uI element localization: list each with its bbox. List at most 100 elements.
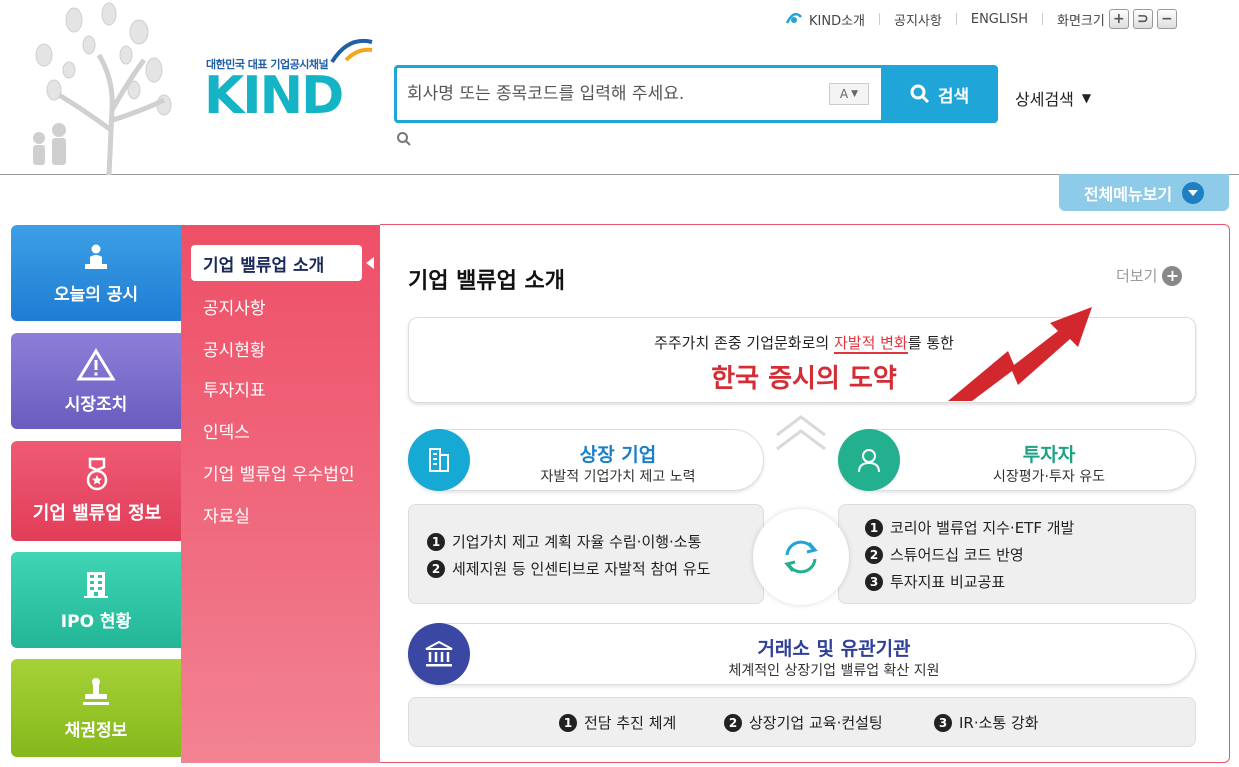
number-badge: 1 <box>427 532 445 551</box>
util-divider <box>955 13 957 25</box>
category-label: IPO 현황 <box>60 611 132 632</box>
list-item-text: 투자지표 비교공표 <box>890 573 1006 591</box>
dropdown-arrow-icon: ▼ <box>851 89 859 99</box>
submenu-item-investment-indicators[interactable]: 투자지표 <box>203 376 266 401</box>
category-label: 기업 밸류업 정보 <box>32 503 162 524</box>
submenu-item-disclosure-status[interactable]: 공시현황 <box>203 336 266 361</box>
search-input[interactable] <box>397 68 877 120</box>
more-label: 더보기 <box>1116 267 1158 285</box>
warning-triangle-icon <box>76 347 116 380</box>
listed-company-card: 상장 기업 자발적 기업가치 제고 노력 <box>408 429 764 491</box>
investor-actions: 1 코리아 밸류업 지수·ETF 개발 2 스튜어드십 코드 반영 3 투자지표… <box>838 504 1196 604</box>
list-item: 2 스튜어드십 코드 반영 <box>865 544 1024 565</box>
category-label: 오늘의 공시 <box>53 284 139 305</box>
all-menu-button[interactable]: 전체메뉴보기 <box>1059 174 1229 211</box>
list-item: 2 상장기업 교육·컨설팅 <box>724 712 883 733</box>
listed-company-title: 상장 기업 <box>579 444 657 466</box>
submenu-item-index[interactable]: 인덱스 <box>203 418 250 443</box>
exchange-actions: 1 전담 추진 체계 2 상장기업 교육·컨설팅 3 IR·소통 강화 <box>408 697 1196 747</box>
search-button-label: 검색 <box>937 86 970 107</box>
medal-icon <box>86 457 108 491</box>
search-button[interactable]: 검색 <box>881 68 998 120</box>
cycle-arrows-icon <box>753 509 849 605</box>
exchange-title: 거래소 및 유관기관 <box>757 638 911 660</box>
list-item: 3 투자지표 비교공표 <box>865 571 1005 592</box>
caret-down-icon: ▼ <box>1081 91 1092 105</box>
list-item-text: 상장기업 교육·컨설팅 <box>749 714 883 732</box>
category-label: 채권정보 <box>64 720 128 741</box>
category-label: 시장조치 <box>64 394 128 415</box>
number-badge: 2 <box>724 713 742 732</box>
header: 대한민국 대표 기업공시채널 KIND KIND소개 공지사항 ENGLISH … <box>0 0 1239 175</box>
all-menu-label: 전체메뉴보기 <box>1083 184 1173 204</box>
category-ipo-status[interactable]: IPO 현황 <box>11 552 181 648</box>
list-item: 1 전담 추진 체계 <box>559 712 676 733</box>
investor-card: 투자자 시장평가·투자 유도 <box>838 429 1196 491</box>
list-item-text: 코리아 밸류업 지수·ETF 개발 <box>890 519 1075 537</box>
list-item: 1 기업가치 제고 계획 자율 수립·이행·소통 <box>427 531 701 552</box>
up-chevrons-icon <box>776 415 826 451</box>
category-today-disclosure[interactable]: 오늘의 공시 <box>11 225 181 321</box>
advanced-search-toggle[interactable]: 상세검색 ▼ <box>1015 86 1091 110</box>
list-item: 1 코리아 밸류업 지수·ETF 개발 <box>865 517 1074 538</box>
list-item: 3 IR·소통 강화 <box>934 712 1039 733</box>
number-badge: 3 <box>865 572 883 591</box>
kind-logo[interactable]: 대한민국 대표 기업공시채널 KIND <box>200 30 380 125</box>
submenu-item-archive[interactable]: 자료실 <box>203 502 250 527</box>
submenu-item-notice[interactable]: 공지사항 <box>203 294 266 319</box>
zoom-reset-button[interactable]: ⊃ <box>1132 9 1153 29</box>
list-item: 2 세제지원 등 인센티브로 자발적 참여 유도 <box>427 558 710 579</box>
institution-icon <box>408 623 470 685</box>
advanced-search-label: 상세검색 <box>1015 90 1074 109</box>
tree-illustration <box>33 2 172 175</box>
category-market-action[interactable]: 시장조치 <box>11 333 181 429</box>
number-badge: 2 <box>427 559 445 578</box>
font-toggle-select[interactable]: A ▼ <box>829 83 869 105</box>
search-icon <box>910 84 929 104</box>
util-about-label: KIND소개 <box>809 13 866 29</box>
listed-company-actions: 1 기업가치 제고 계획 자율 수립·이행·소통 2 세제지원 등 인센티브로 … <box>408 504 764 604</box>
logo-wordmark: KIND <box>204 66 344 126</box>
util-english-link[interactable]: ENGLISH <box>971 12 1028 27</box>
panel-title: 기업 밸류업 소개 <box>408 269 565 294</box>
active-pointer <box>366 257 374 269</box>
font-toggle-label: A <box>839 87 849 101</box>
category-valueup-info[interactable]: 기업 밸류업 정보 <box>11 441 183 541</box>
list-item-text: 스튜어드십 코드 반영 <box>890 546 1024 564</box>
valueup-submenu: 기업 밸류업 소개 공지사항 공시현황 투자지표 인덱스 기업 밸류업 우수법인… <box>181 225 380 763</box>
util-divider <box>879 13 881 25</box>
search-history-icon[interactable] <box>396 131 412 147</box>
banner-sub-prefix: 주주가치 존중 기업문화로의 <box>654 334 834 352</box>
list-item-text: 세제지원 등 인센티브로 자발적 참여 유도 <box>452 560 711 578</box>
number-badge: 1 <box>559 713 577 732</box>
logo-swoosh-icon <box>330 39 373 64</box>
util-about[interactable]: KIND소개 <box>785 10 865 29</box>
search-box: A ▼ 검색 <box>394 65 998 123</box>
person-podium-icon <box>85 244 107 269</box>
plus-circle-icon: + <box>1162 265 1183 286</box>
category-bond-info[interactable]: 채권정보 <box>11 659 181 757</box>
investor-subtitle: 시장평가·투자 유도 <box>993 469 1105 485</box>
zoom-in-button[interactable]: + <box>1108 9 1129 29</box>
banner-sub-highlight: 자발적 변화 <box>833 334 908 354</box>
investor-title: 투자자 <box>1022 444 1076 466</box>
number-badge: 3 <box>934 713 952 732</box>
utility-nav: KIND소개 공지사항 ENGLISH 화면크기 + ⊃ − <box>785 8 1177 30</box>
company-building-icon <box>408 429 470 491</box>
zoom-out-button[interactable]: − <box>1156 9 1177 29</box>
exchange-subtitle: 체계적인 상장기업 밸류업 확산 지원 <box>728 663 940 679</box>
list-item-text: 전담 추진 체계 <box>584 714 677 732</box>
submenu-item-excellent-companies[interactable]: 기업 밸류업 우수법인 <box>203 460 355 485</box>
submenu-item-valueup-intro[interactable]: 기업 밸류업 소개 <box>191 245 362 281</box>
util-divider <box>1041 13 1043 25</box>
rising-arrow-icon <box>948 307 1092 401</box>
util-screen-size-label: 화면크기 <box>1056 13 1105 29</box>
listed-company-subtitle: 자발적 기업가치 제고 노력 <box>540 469 696 485</box>
util-notice-link[interactable]: 공지사항 <box>894 10 942 29</box>
kind-about-icon <box>785 12 802 24</box>
more-link[interactable]: 더보기 + <box>1116 265 1183 286</box>
building-icon <box>84 571 108 598</box>
exchange-card: 거래소 및 유관기관 체계적인 상장기업 밸류업 확산 지원 <box>408 623 1196 685</box>
list-item-text: 기업가치 제고 계획 자율 수립·이행·소통 <box>452 533 702 551</box>
number-badge: 2 <box>865 545 883 564</box>
